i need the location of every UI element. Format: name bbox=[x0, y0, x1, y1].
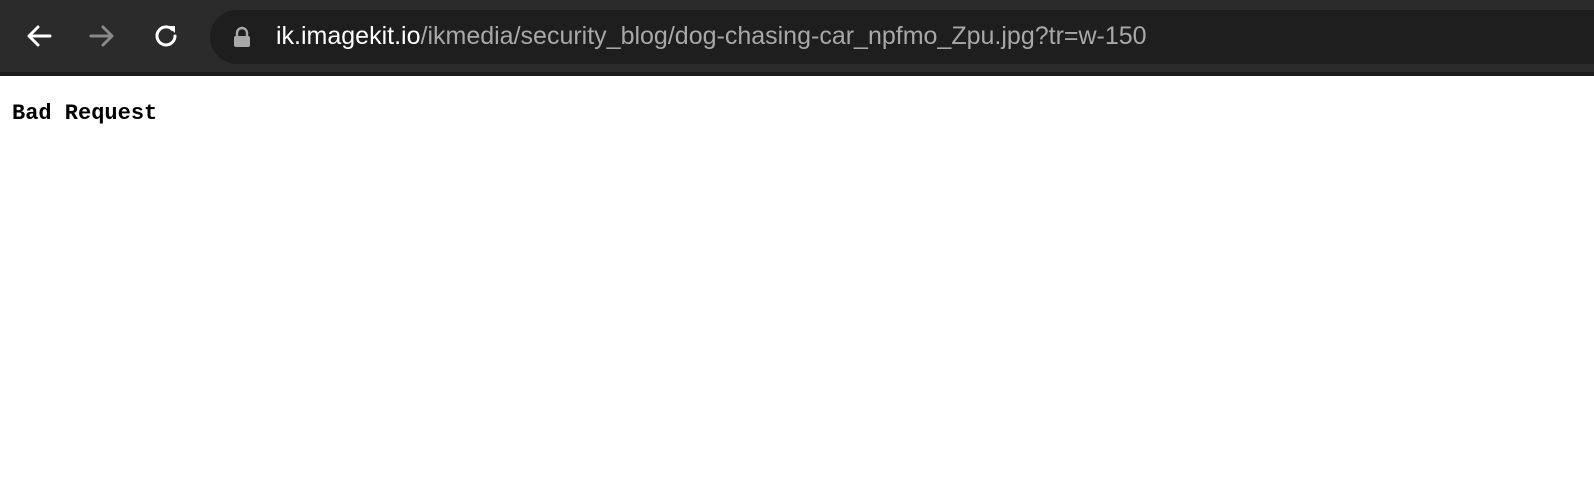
arrow-right-icon bbox=[87, 21, 117, 51]
arrow-left-icon bbox=[24, 21, 54, 51]
address-url[interactable]: ik.imagekit.io/ikmedia/security_blog/dog… bbox=[276, 18, 1147, 54]
reload-icon bbox=[151, 21, 181, 51]
back-button[interactable] bbox=[19, 16, 59, 56]
page-body-text: Bad Request bbox=[12, 101, 158, 126]
url-host: ik.imagekit.io bbox=[276, 22, 421, 50]
forward-button[interactable] bbox=[82, 16, 122, 56]
toolbar-divider bbox=[0, 72, 1594, 76]
reload-button[interactable] bbox=[146, 16, 186, 56]
url-path: /ikmedia/security_blog/dog-chasing-car_n… bbox=[420, 22, 1147, 50]
lock-icon bbox=[232, 26, 252, 48]
